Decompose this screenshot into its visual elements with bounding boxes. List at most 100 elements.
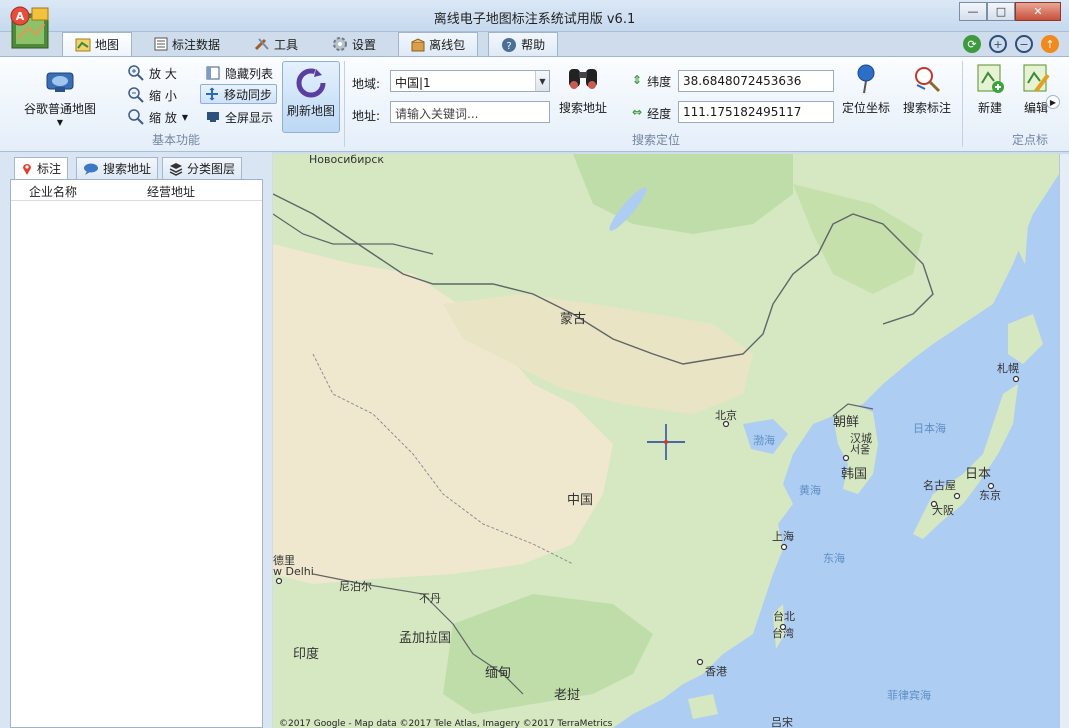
search-address-button[interactable]: 搜索地址 (556, 63, 610, 116)
tab-tools[interactable]: 工具 (242, 32, 310, 56)
refresh-map-button[interactable]: 刷新地图 (282, 61, 340, 133)
new-point-icon (977, 64, 1004, 93)
label-beijing: 北京 (715, 408, 737, 422)
column-header-company[interactable]: 企业名称 (29, 183, 77, 200)
tab-offline-package[interactable]: 离线包 (398, 32, 479, 56)
window-title: 离线电子地图标注系统试用版 v6.1 (433, 12, 636, 27)
monitor-icon (207, 112, 219, 122)
seoul-marker[interactable] (842, 454, 850, 462)
region-select[interactable]: 中国|1 ▼ (390, 70, 550, 92)
hide-list-button[interactable]: 隐藏列表 (202, 63, 277, 83)
map-right-edge (1059, 154, 1069, 728)
panel-tab-layers[interactable]: 分类图层 (162, 157, 243, 179)
tab-map-label: 地图 (95, 38, 120, 52)
nagoya-marker[interactable] (953, 492, 961, 500)
title-bar: 离线电子地图标注系统试用版 v6.1 — □ ✕ (0, 0, 1069, 32)
label-nepal: 尼泊尔 (339, 580, 372, 593)
binoculars-icon (569, 69, 597, 89)
pin-icon (23, 163, 31, 175)
lat-input[interactable]: 38.6848072453636 (678, 70, 834, 92)
zoom-out-icon (128, 87, 144, 103)
move-icon (206, 87, 218, 101)
tab-settings[interactable]: 设置 (320, 32, 388, 56)
address-input[interactable]: 请输入关键词... (390, 101, 550, 123)
search-mark-icon (915, 67, 941, 93)
table-icon (154, 37, 168, 51)
refresh-icon[interactable]: ⟳ (963, 35, 981, 53)
speech-bubble-icon (84, 163, 98, 175)
lng-label: 经度 (647, 107, 672, 121)
group-separator (344, 61, 345, 147)
map-copyright: ©2017 Google - Map data ©2017 Tele Atlas… (279, 719, 613, 728)
label-japan: 日本 (965, 467, 991, 482)
hainan-shape (688, 694, 718, 719)
lat-label-row: ⇕ 纬度 (632, 73, 671, 90)
move-sync-button[interactable]: 移动同步 (200, 84, 278, 104)
map-canvas: Новосибирск 蒙古 北京 渤海 朝鲜 汉城 서울 韩国 黄海 日本海 … (273, 154, 1059, 728)
tab-mark-data-label: 标注数据 (172, 37, 221, 52)
label-novosibirsk: Новосибирск (309, 154, 384, 166)
tokyo-marker[interactable] (987, 482, 995, 490)
panel-tab-layers-label: 分类图层 (187, 162, 236, 176)
address-placeholder: 请输入关键词... (395, 107, 479, 121)
panel-tab-search-label: 搜索地址 (103, 162, 152, 176)
lat-value: 38.6848072453636 (683, 74, 802, 88)
app-logo-icon: A (10, 6, 49, 49)
info-icon[interactable]: ↑ (1041, 35, 1059, 53)
label-bhutan: 不丹 (419, 592, 441, 605)
close-icon[interactable]: ✕ (1015, 2, 1061, 21)
hokkaido-shape (1008, 314, 1043, 364)
new-point-button[interactable]: 新建 (970, 63, 1010, 116)
panel-tab-search[interactable]: 搜索地址 (76, 157, 159, 179)
beijing-marker[interactable] (722, 420, 730, 428)
mark-list[interactable]: 企业名称 经营地址 (10, 179, 263, 728)
label-shanghai: 上海 (772, 529, 794, 543)
dropdown-arrow-icon[interactable]: ▼ (535, 71, 549, 91)
ribbon-scroll-right-icon[interactable]: ▶ (1046, 95, 1060, 109)
map-type-label: 谷歌普通地图 (23, 102, 96, 116)
shanghai-marker[interactable] (780, 543, 788, 551)
zoom-button[interactable]: 缩 放 ▼ (124, 107, 192, 127)
fullscreen-button[interactable]: 全屏显示 (202, 107, 277, 127)
delhi-marker[interactable] (275, 577, 283, 585)
label-luzon: 吕宋 (771, 715, 793, 728)
pushpin-icon (857, 64, 875, 94)
zoom-in-button[interactable]: 放 大 (124, 63, 181, 83)
tab-help[interactable]: ? 帮助 (488, 32, 559, 56)
map-view[interactable]: Новосибирск 蒙古 北京 渤海 朝鲜 汉城 서울 韩国 黄海 日本海 … (273, 154, 1059, 728)
tab-map[interactable]: 地图 (62, 32, 133, 56)
hongkong-marker[interactable] (696, 658, 704, 666)
zoom-out-icon[interactable]: − (1015, 35, 1033, 53)
left-panel: 标注 搜索地址 分类图层 企业名称 经营地址 (0, 152, 272, 728)
chevron-down-icon: ▼ (56, 118, 64, 127)
map-type-button[interactable]: 谷歌普通地图 ▼ (22, 65, 98, 127)
zoom-in-icon[interactable]: + (989, 35, 1007, 53)
lng-input[interactable]: 111.175182495117 (678, 101, 834, 123)
sapporo-marker[interactable] (1012, 375, 1020, 383)
label-yellow-sea: 黄海 (799, 483, 821, 497)
tab-settings-label: 设置 (352, 37, 377, 52)
maximize-icon[interactable]: □ (987, 2, 1015, 21)
panel-tab-mark[interactable]: 标注 (14, 157, 69, 179)
map-type-icon (46, 72, 74, 92)
book-icon (206, 66, 220, 80)
label-japan-sea: 日本海 (913, 421, 946, 435)
label-taipei: 台北 (773, 609, 795, 623)
search-mark-button[interactable]: 搜索标注 (900, 63, 954, 116)
horizontal-arrow-icon: ⇔ (632, 105, 643, 119)
minimize-icon[interactable]: — (959, 2, 987, 21)
region-label: 地域: (352, 77, 381, 91)
layers-icon (169, 162, 183, 176)
column-header-address[interactable]: 经营地址 (147, 183, 195, 200)
address-label: 地址: (352, 109, 381, 123)
vertical-arrow-icon: ⇕ (632, 73, 643, 87)
zoom-out-button[interactable]: 缩 小 (124, 85, 181, 105)
tools-icon (254, 38, 269, 51)
tab-mark-data[interactable]: 标注数据 (142, 32, 232, 56)
locate-button[interactable]: 定位坐标 (838, 63, 894, 116)
label-new-delhi: w Delhi (273, 565, 314, 578)
tab-tools-label: 工具 (274, 37, 299, 52)
locate-label: 定位坐标 (841, 101, 890, 115)
zoom-out-label: 缩 小 (149, 88, 177, 103)
region-value: 中国|1 (395, 76, 431, 90)
